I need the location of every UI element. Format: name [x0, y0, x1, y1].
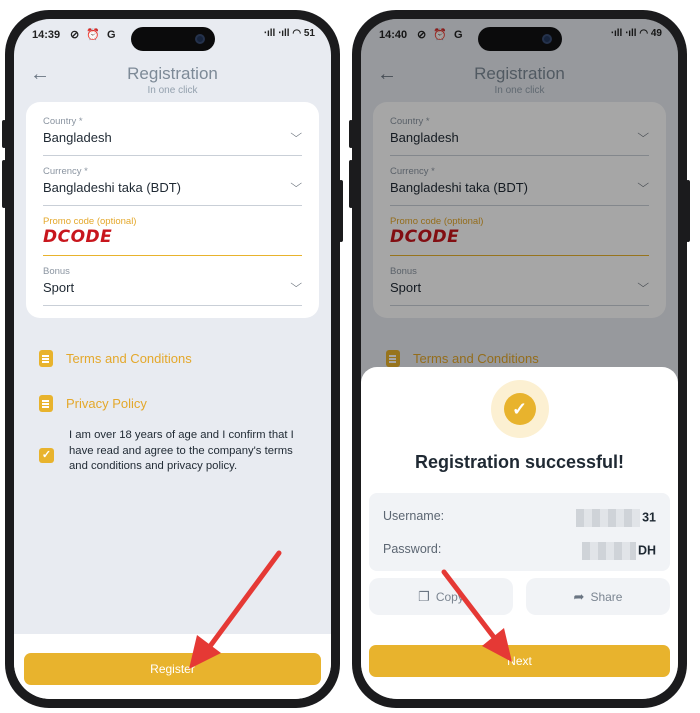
page-title: Registration — [127, 64, 218, 83]
bonus-value: Sport — [43, 280, 75, 295]
copy-button[interactable]: ❐ Copy — [369, 578, 513, 615]
redacted-block — [576, 509, 641, 527]
promo-code-input[interactable]: Promo code (optional) DCODE — [43, 216, 302, 256]
registration-form-card: Country * Bangladesh ⌵ Currency * Bangla… — [26, 102, 319, 318]
status-icons: ⊘ ⏰ G — [70, 29, 118, 41]
promo-code-value: DCODE — [43, 227, 113, 247]
chevron-down-icon: ⌵ — [289, 128, 302, 140]
password-label: Password: — [383, 542, 442, 556]
currency-label: Currency * — [43, 166, 88, 177]
share-icon: ➦ — [573, 589, 585, 604]
chevron-down-icon: ⌵ — [289, 278, 302, 290]
redacted-block — [581, 542, 636, 560]
password-value: DH — [581, 542, 656, 560]
page-subtitle: In one click — [147, 85, 198, 96]
copy-icon: ❐ — [418, 589, 430, 604]
currency-select[interactable]: Currency * Bangladeshi taka (BDT) ⌵ — [43, 166, 302, 206]
country-select[interactable]: Country * Bangladesh ⌵ — [43, 116, 302, 156]
agreement-text: I am over 18 years of age and I confirm … — [69, 429, 294, 472]
next-button[interactable]: Next — [369, 645, 670, 677]
phone-right: 14:40 ⊘ ⏰ G ‧ıll ‧ıll ◠ 49 ← Registratio… — [349, 10, 690, 708]
app-bar: ← Registration In one click — [14, 49, 331, 99]
username-label: Username: — [383, 509, 445, 523]
currency-value: Bangladeshi taka (BDT) — [43, 180, 182, 195]
bonus-select[interactable]: Bonus Sport ⌵ — [43, 266, 302, 306]
country-value: Bangladesh — [43, 130, 112, 145]
agreement-checkbox[interactable]: ✓ — [39, 448, 54, 463]
username-value: 31 — [576, 509, 656, 527]
privacy-link-label: Privacy Policy — [66, 396, 147, 411]
status-time: 14:39 — [32, 29, 61, 41]
success-bottom-sheet: ✓ Registration successful! Username: 31 … — [361, 367, 678, 699]
share-button[interactable]: ➦ Share — [526, 578, 670, 615]
success-check-icon: ✓ — [490, 380, 549, 438]
username-row: Username: 31 — [383, 509, 656, 527]
camera-notch — [477, 27, 562, 51]
document-icon — [39, 395, 53, 412]
register-button[interactable]: Register — [24, 653, 321, 685]
document-icon — [39, 350, 53, 367]
success-title: Registration successful! — [414, 452, 625, 472]
country-label: Country * — [43, 116, 83, 127]
bottom-action-bar: Register — [14, 634, 331, 699]
terms-link-label: Terms and Conditions — [66, 351, 192, 366]
promo-code-label: Promo code (optional) — [43, 216, 137, 227]
signal-battery-icons: ‧ıll ‧ıll ◠ 51 — [263, 28, 315, 39]
registration-screen: 14:39 ⊘ ⏰ G ‧ıll ‧ıll ◠ 51 ← Registratio… — [14, 19, 331, 699]
registration-success-screen: 14:40 ⊘ ⏰ G ‧ıll ‧ıll ◠ 49 ← Registratio… — [361, 19, 678, 699]
password-row: Password: DH — [383, 542, 656, 560]
camera-notch — [130, 27, 215, 51]
chevron-down-icon: ⌵ — [289, 178, 302, 190]
bonus-label: Bonus — [43, 266, 70, 277]
phone-left: 14:39 ⊘ ⏰ G ‧ıll ‧ıll ◠ 51 ← Registratio… — [2, 10, 343, 708]
credentials-box: Username: 31 Password: DH — [369, 493, 670, 571]
